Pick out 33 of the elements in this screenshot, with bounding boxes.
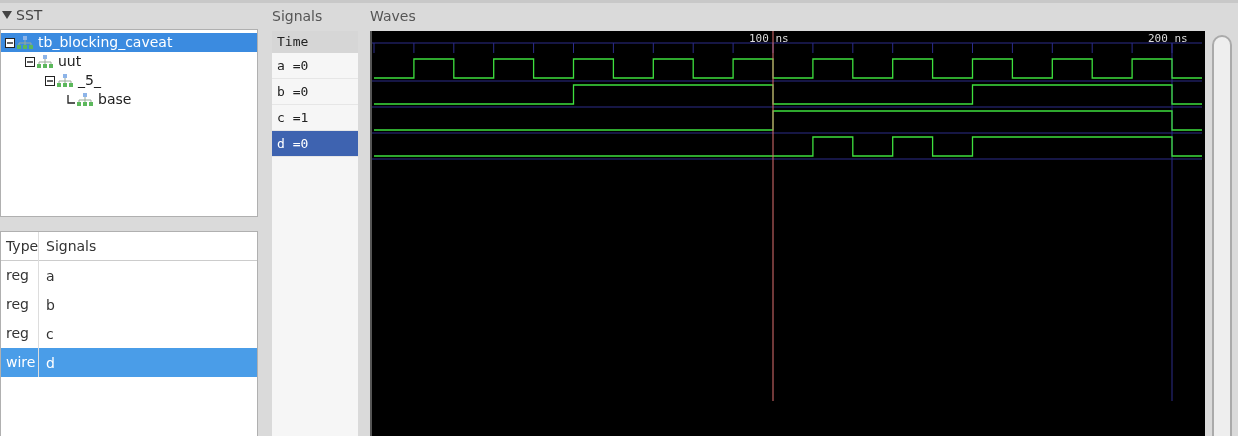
- sst-expander[interactable]: SST: [0, 3, 47, 27]
- signal-cell-text: a: [45, 267, 55, 284]
- signal-row[interactable]: reg a: [1, 261, 257, 290]
- signal-cell-text: d: [45, 354, 55, 371]
- hierarchy-icon: [77, 92, 93, 107]
- hierarchy-icon: [37, 54, 53, 69]
- panel-title: Signals: [272, 7, 324, 26]
- collapse-toggle-icon[interactable]: [45, 75, 55, 86]
- tree-connector-icon: [65, 94, 75, 105]
- signal-cell-text: b: [45, 296, 55, 313]
- vertical-scrollbar[interactable]: [1212, 35, 1232, 436]
- column-header[interactable]: Signals: [39, 238, 97, 254]
- time-header: Time: [272, 31, 358, 53]
- tree-item[interactable]: uut: [56, 52, 84, 71]
- panel-title: Waves: [370, 7, 417, 26]
- column-header[interactable]: Type: [1, 231, 39, 261]
- type-cell: reg: [1, 261, 39, 290]
- type-cell: reg: [1, 290, 39, 319]
- collapse-toggle-icon[interactable]: [5, 37, 15, 48]
- signal-item[interactable]: a =0: [272, 53, 358, 79]
- signal-item[interactable]: d =0: [272, 131, 358, 157]
- signal-row[interactable]: reg b: [1, 290, 257, 319]
- collapse-toggle-icon[interactable]: [25, 56, 35, 67]
- triangle-icon: [2, 10, 12, 20]
- signal-item[interactable]: b =0: [272, 79, 358, 105]
- signal-cell-text: c: [45, 325, 54, 342]
- type-cell: wire: [1, 348, 39, 377]
- time-label: 200 ns: [1148, 32, 1188, 45]
- tree-item[interactable]: _5_: [76, 71, 103, 90]
- tree-item[interactable]: base: [96, 90, 134, 109]
- time-label: 100 ns: [749, 32, 789, 45]
- hierarchy-icon: [57, 73, 73, 88]
- hierarchy-icon: [17, 35, 33, 50]
